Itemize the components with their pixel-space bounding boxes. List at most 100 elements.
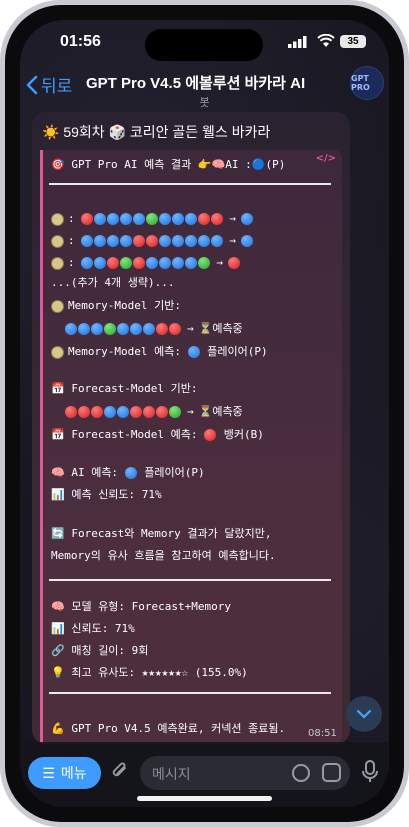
dice-icon xyxy=(51,212,64,226)
model-type-line: 🧠 모델 유형: Forecast+Memory xyxy=(51,598,231,614)
player-dot xyxy=(124,467,137,479)
banker-dot xyxy=(169,323,181,335)
banker-dot xyxy=(198,213,211,225)
message-input[interactable]: 메시지 xyxy=(140,756,350,790)
predicting-label: ⏳예측중 xyxy=(198,405,243,418)
result-line: 🎯 GPT Pro AI 예측 결과 👉🧠AI :🔵(P) xyxy=(51,158,286,171)
dice-icon xyxy=(51,299,64,313)
confidence-text: 예측 신뢰도: 71% xyxy=(71,488,162,501)
brain-icon: 🧠 xyxy=(51,600,72,613)
muscle-icon: 💪 xyxy=(51,722,72,735)
predicting-label: ⏳예측중 xyxy=(198,322,243,335)
prediction-block: </> 🎯 GPT Pro AI 예측 결과 👉🧠AI :🔵(P) : → : →… xyxy=(40,150,342,744)
banker-dot xyxy=(65,406,77,418)
tie-dot xyxy=(120,257,133,269)
omitted-line: ...(추가 4개 생략)... xyxy=(51,276,175,289)
status-bar: 01:56 35 xyxy=(20,20,389,68)
divider xyxy=(49,183,331,185)
player-dot xyxy=(185,257,198,269)
chart-icon: 📊 xyxy=(51,622,72,635)
chat-title[interactable]: GPT Pro V4.5 에볼루션 바카라 AI xyxy=(86,72,356,93)
emoji-keyboard-icon[interactable] xyxy=(322,763,341,782)
match-length-text: 매칭 길이: 9회 xyxy=(71,644,149,657)
forecast-pred-label: Forecast-Model 예측: xyxy=(71,428,198,441)
attach-icon[interactable] xyxy=(110,760,130,787)
confidence-line: 📊 예측 신뢰도: 71% xyxy=(51,486,162,502)
player-dot xyxy=(81,257,94,269)
screen: 01:56 35 뒤로 GPT Pro V4.5 에볼루션 바카라 AI 봇 G… xyxy=(20,20,389,807)
status-time: 01:56 xyxy=(60,33,101,50)
player-dot xyxy=(172,235,185,247)
player-dot xyxy=(107,213,120,225)
banker-dot xyxy=(211,213,224,225)
dice-icon xyxy=(51,256,64,270)
bot-avatar[interactable]: GPT PRO xyxy=(350,66,384,100)
player-dot xyxy=(146,257,159,269)
arrow: → xyxy=(187,405,194,418)
chart-icon: 📊 xyxy=(51,488,72,501)
banker-dot xyxy=(227,257,240,269)
tie-dot xyxy=(146,213,159,225)
player-dot xyxy=(94,235,107,247)
forecast-base-line: 📅 Forecast-Model 기반: xyxy=(51,380,198,396)
repeat-icon: 🔄 xyxy=(51,527,72,540)
note-text-1: Forecast와 Memory 결과가 달랐지만, xyxy=(71,527,272,540)
ai-pred-label: AI 예측: xyxy=(71,466,119,479)
player-dot xyxy=(104,406,116,418)
arrow: → xyxy=(229,212,236,225)
chat-subtitle: 봇 xyxy=(199,96,210,109)
player-dot xyxy=(211,235,224,247)
player-dot xyxy=(120,213,133,225)
code-tag: </> xyxy=(315,153,336,164)
player-dot xyxy=(172,257,185,269)
memory-pred-value: 플레이어(P) xyxy=(207,345,268,358)
memory-pred-label: Memory-Model 예측: xyxy=(68,345,181,358)
player-dot xyxy=(78,323,90,335)
match-length-line: 🔗 매칭 길이: 9회 xyxy=(51,642,148,658)
banker-dot xyxy=(78,406,90,418)
dice-icon xyxy=(51,345,64,359)
memory-base-line: Memory-Model 기반: xyxy=(51,297,181,313)
sticker-icon[interactable] xyxy=(292,764,310,782)
player-dot xyxy=(185,235,198,247)
reliability-line: 📊 신뢰도: 71% xyxy=(51,620,135,636)
player-dot xyxy=(159,213,172,225)
player-dot xyxy=(240,235,253,247)
forecast-base-label: Forecast-Model 기반: xyxy=(71,382,198,395)
note-line-1: 🔄 Forecast와 Memory 결과가 달랐지만, xyxy=(51,525,272,541)
chevron-down-icon xyxy=(356,709,372,719)
player-dot xyxy=(240,213,253,225)
model-type-text: 모델 유형: Forecast+Memory xyxy=(71,600,232,613)
pattern-row: : → xyxy=(51,234,254,248)
banker-dot xyxy=(146,235,159,247)
banker-dot xyxy=(130,406,142,418)
player-dot xyxy=(94,257,107,269)
bulb-icon: 💡 xyxy=(51,666,72,679)
player-dot xyxy=(198,235,211,247)
player-dot xyxy=(94,213,107,225)
calendar-icon: 📅 xyxy=(51,428,72,441)
banker-dot xyxy=(156,406,168,418)
menu-button[interactable]: ☰ 메뉴 xyxy=(28,757,101,789)
memory-dots-line: → ⏳예측중 xyxy=(65,320,243,336)
banker-dot xyxy=(133,257,146,269)
player-dot xyxy=(120,235,133,247)
player-dot xyxy=(65,323,77,335)
similarity-line: 💡 최고 유사도: ★★★★★★☆ (155.0%) xyxy=(51,664,248,680)
home-indicator xyxy=(137,796,272,801)
pattern-row: : → xyxy=(51,212,254,226)
player-dot xyxy=(91,323,103,335)
player-dot xyxy=(172,213,185,225)
player-dot xyxy=(130,323,142,335)
player-dot xyxy=(117,406,129,418)
forecast-pred-line: 📅 Forecast-Model 예측: 뱅커(B) xyxy=(51,426,264,442)
player-dot xyxy=(159,235,172,247)
message-bubble: ☀️ 59회차 🎲 코리안 골든 웰스 바카라 </> 🎯 GPT Pro AI… xyxy=(32,112,350,744)
similarity-text: 최고 유사도: ★★★★★★☆ (155.0%) xyxy=(71,666,248,679)
player-dot xyxy=(133,213,146,225)
forecast-dots-line: → ⏳예측중 xyxy=(65,403,243,419)
player-dot xyxy=(117,323,129,335)
microphone-icon[interactable] xyxy=(362,760,378,784)
scroll-down-button[interactable] xyxy=(346,696,382,732)
player-dot xyxy=(185,213,198,225)
